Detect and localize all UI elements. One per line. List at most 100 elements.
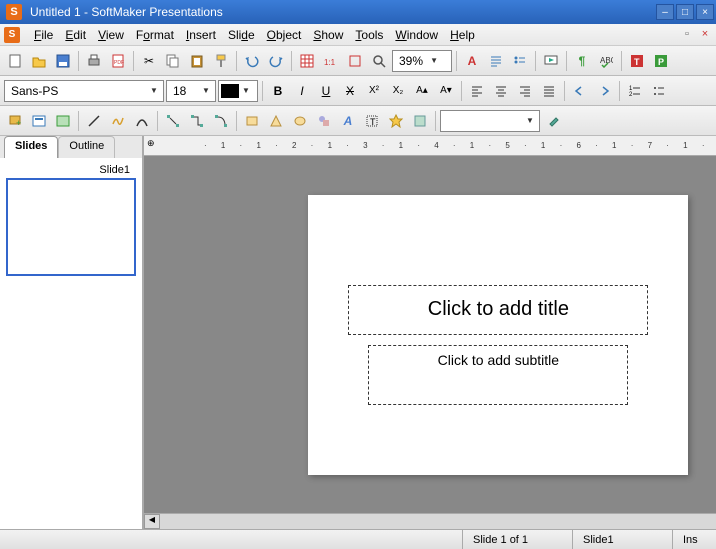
slide-panel: Slides Outline Slide1 bbox=[0, 136, 143, 529]
font-size-combo[interactable]: 18 ▼ bbox=[166, 80, 216, 102]
increase-font-button[interactable]: A▴ bbox=[411, 80, 433, 102]
scribble-tool-button[interactable] bbox=[107, 110, 129, 132]
side-tabs: Slides Outline bbox=[0, 136, 142, 158]
connector-elbow-button[interactable] bbox=[186, 110, 208, 132]
chevron-down-icon[interactable]: ▼ bbox=[523, 116, 537, 125]
title-placeholder[interactable]: Click to add title bbox=[348, 285, 648, 335]
superscript-button[interactable]: X² bbox=[363, 80, 385, 102]
actual-size-button[interactable]: 1:1 bbox=[320, 50, 342, 72]
nonprinting-button[interactable]: ¶ bbox=[571, 50, 593, 72]
undo-button[interactable] bbox=[241, 50, 263, 72]
font-combo[interactable]: Sans-PS ▼ bbox=[4, 80, 164, 102]
svg-text:PDF: PDF bbox=[114, 60, 124, 66]
svg-text:+: + bbox=[16, 118, 21, 128]
autoshapes-button[interactable] bbox=[265, 110, 287, 132]
strike-button[interactable]: X bbox=[339, 80, 361, 102]
tab-outline[interactable]: Outline bbox=[58, 136, 115, 158]
paste-button[interactable] bbox=[186, 50, 208, 72]
copy-button[interactable] bbox=[162, 50, 184, 72]
align-left-button[interactable] bbox=[466, 80, 488, 102]
paragraph-button[interactable] bbox=[485, 50, 507, 72]
menu-format[interactable]: Format bbox=[130, 26, 180, 44]
object-properties-button[interactable] bbox=[542, 110, 564, 132]
tab-slides[interactable]: Slides bbox=[4, 136, 58, 158]
maximize-button[interactable]: □ bbox=[676, 4, 694, 20]
save-button[interactable] bbox=[52, 50, 74, 72]
ellipse-button[interactable] bbox=[289, 110, 311, 132]
ole-object-button[interactable] bbox=[409, 110, 431, 132]
horizontal-scrollbar[interactable]: ◀ ▶ bbox=[144, 513, 716, 529]
slide[interactable]: Click to add title Click to add subtitle bbox=[308, 195, 688, 475]
insert-table-button[interactable] bbox=[296, 50, 318, 72]
bold-button[interactable]: B bbox=[267, 80, 289, 102]
zoom-fit-button[interactable] bbox=[344, 50, 366, 72]
chevron-down-icon[interactable]: ▼ bbox=[147, 86, 161, 95]
new-slide-button[interactable]: + bbox=[4, 110, 26, 132]
minimize-button[interactable]: – bbox=[656, 4, 674, 20]
line-tool-button[interactable] bbox=[83, 110, 105, 132]
menu-help[interactable]: Help bbox=[444, 26, 481, 44]
new-button[interactable] bbox=[4, 50, 26, 72]
run-presentation-button[interactable] bbox=[540, 50, 562, 72]
print-button[interactable] bbox=[83, 50, 105, 72]
connector-curved-button[interactable] bbox=[210, 110, 232, 132]
menu-tools[interactable]: Tools bbox=[349, 26, 389, 44]
bulleted-list-button[interactable] bbox=[648, 80, 670, 102]
textart-button[interactable]: A bbox=[337, 110, 359, 132]
object-combo[interactable]: ▼ bbox=[440, 110, 540, 132]
redo-button[interactable] bbox=[265, 50, 287, 72]
character-button[interactable]: A bbox=[461, 50, 483, 72]
connector-straight-button[interactable] bbox=[162, 110, 184, 132]
numbered-list-button[interactable]: 12 bbox=[624, 80, 646, 102]
cut-button[interactable]: ✂ bbox=[138, 50, 160, 72]
align-right-button[interactable] bbox=[514, 80, 536, 102]
rectangle-button[interactable] bbox=[241, 110, 263, 132]
doc-close-icon[interactable]: × bbox=[698, 28, 712, 42]
svg-text:T: T bbox=[634, 57, 640, 67]
zoom-combo[interactable]: 39% ▼ bbox=[392, 50, 452, 72]
menu-show[interactable]: Show bbox=[307, 26, 349, 44]
slide-thumbnail[interactable] bbox=[6, 178, 136, 276]
action-button[interactable] bbox=[385, 110, 407, 132]
promote-button[interactable] bbox=[569, 80, 591, 102]
bullets-button[interactable] bbox=[509, 50, 531, 72]
open-button[interactable] bbox=[28, 50, 50, 72]
menu-file[interactable]: File bbox=[28, 26, 59, 44]
planmaker-button[interactable]: P bbox=[650, 50, 672, 72]
svg-text:P: P bbox=[658, 57, 664, 67]
slide-layout-button[interactable] bbox=[28, 110, 50, 132]
menu-view[interactable]: View bbox=[92, 26, 130, 44]
underline-button[interactable]: U bbox=[315, 80, 337, 102]
chevron-down-icon[interactable]: ▼ bbox=[427, 56, 441, 65]
textmaker-button[interactable]: T bbox=[626, 50, 648, 72]
subtitle-placeholder[interactable]: Click to add subtitle bbox=[368, 345, 628, 405]
svg-text:T: T bbox=[370, 117, 376, 127]
scroll-left-icon[interactable]: ◀ bbox=[144, 514, 160, 529]
text-frame-button[interactable]: T bbox=[361, 110, 383, 132]
doc-restore-icon[interactable]: ▫ bbox=[680, 28, 694, 42]
close-button[interactable]: × bbox=[696, 4, 714, 20]
curve-tool-button[interactable] bbox=[131, 110, 153, 132]
chevron-down-icon[interactable]: ▼ bbox=[199, 86, 213, 95]
subscript-button[interactable]: X₂ bbox=[387, 80, 409, 102]
status-message bbox=[0, 530, 462, 549]
menu-slide[interactable]: Slide bbox=[222, 26, 261, 44]
demote-button[interactable] bbox=[593, 80, 615, 102]
menu-edit[interactable]: Edit bbox=[59, 26, 92, 44]
pdf-button[interactable]: PDF bbox=[107, 50, 129, 72]
menu-insert[interactable]: Insert bbox=[180, 26, 222, 44]
font-color-combo[interactable]: ▼ bbox=[218, 80, 258, 102]
align-center-button[interactable] bbox=[490, 80, 512, 102]
slide-design-button[interactable] bbox=[52, 110, 74, 132]
chevron-down-icon[interactable]: ▼ bbox=[239, 86, 253, 95]
spellcheck-button[interactable]: ABC bbox=[595, 50, 617, 72]
italic-button[interactable]: I bbox=[291, 80, 313, 102]
align-justify-button[interactable] bbox=[538, 80, 560, 102]
format-paint-button[interactable] bbox=[210, 50, 232, 72]
zoom-button[interactable] bbox=[368, 50, 390, 72]
shapes-button[interactable] bbox=[313, 110, 335, 132]
decrease-font-button[interactable]: A▾ bbox=[435, 80, 457, 102]
menu-object[interactable]: Object bbox=[261, 26, 308, 44]
window-title: Untitled 1 - SoftMaker Presentations bbox=[26, 5, 654, 19]
menu-window[interactable]: Window bbox=[389, 26, 444, 44]
